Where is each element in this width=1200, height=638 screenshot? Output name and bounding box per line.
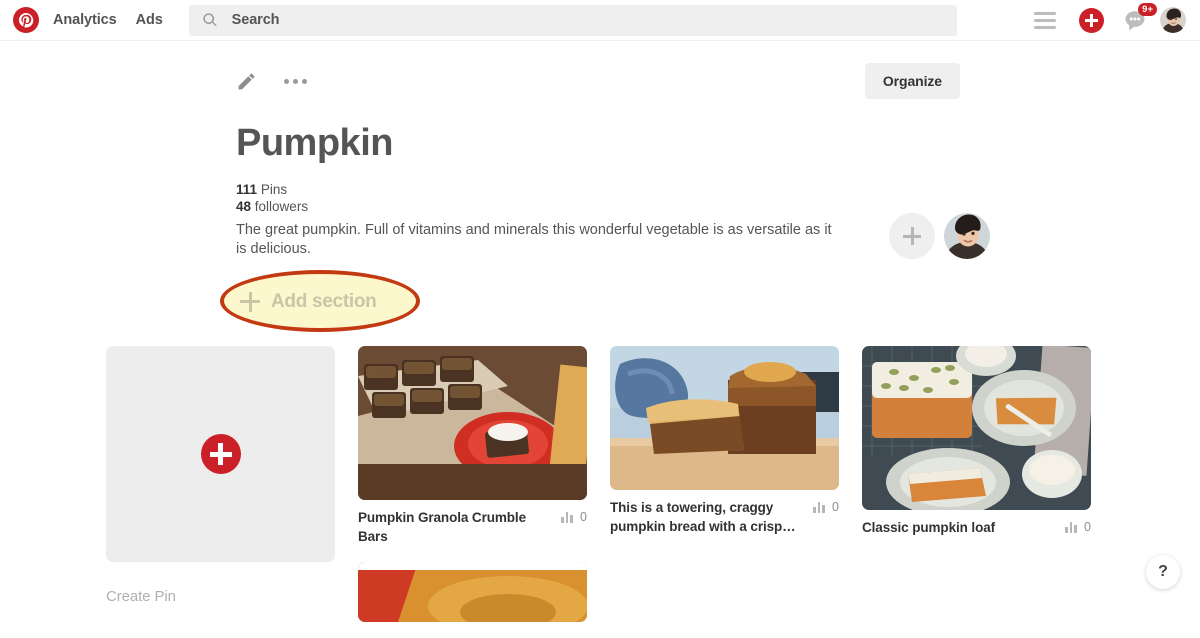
add-section-label: Add section [271, 291, 376, 313]
followers-count: 48 [236, 199, 251, 214]
pin-stats-count: 0 [580, 510, 587, 524]
messages-button[interactable]: 9+ [1114, 0, 1160, 41]
pin-grid-column: Create Pin [106, 346, 335, 638]
hamburger-menu-button[interactable] [1022, 0, 1068, 41]
pin-stats-count: 0 [1084, 520, 1091, 534]
pin-stats[interactable]: 0 [1065, 519, 1091, 534]
pin-image[interactable] [358, 346, 587, 500]
followers-label: followers [255, 199, 308, 214]
create-pin-card[interactable]: Create Pin [106, 346, 335, 605]
search-input[interactable]: Search [189, 5, 957, 36]
create-pin-button[interactable] [1068, 0, 1114, 41]
nav-link-analytics[interactable]: Analytics [53, 12, 117, 28]
pins-count: 111 [236, 182, 257, 197]
pin-image[interactable] [862, 346, 1091, 510]
create-pin-dropzone[interactable] [106, 346, 335, 562]
board-description: The great pumpkin. Full of vitamins and … [236, 221, 836, 260]
pins-label: Pins [261, 182, 287, 197]
pin-card[interactable]: This is a towering, craggy pumpkin bread… [610, 346, 839, 536]
pin-title[interactable]: Pumpkin Granola Crumble Bars [358, 509, 551, 546]
pin-footer: Classic pumpkin loaf 0 [862, 519, 1091, 538]
pin-grid-column: Classic pumpkin loaf 0 [862, 346, 1091, 638]
plus-circle-icon [1079, 8, 1104, 33]
pin-stats[interactable]: 0 [561, 509, 587, 524]
pinterest-logo-icon[interactable] [13, 7, 39, 33]
add-collaborator-icon[interactable] [889, 213, 935, 259]
search-placeholder-text: Search [232, 12, 280, 28]
pin-stats-count: 0 [832, 500, 839, 514]
pin-title[interactable]: This is a towering, craggy pumpkin bread… [610, 499, 803, 536]
board-more-options-button[interactable] [282, 73, 309, 90]
create-pin-label: Create Pin [106, 588, 335, 605]
board-header: Organize Pumpkin 111 Pins 48 followers T… [0, 41, 1200, 326]
add-section-area: Add section [236, 282, 456, 326]
board-stats: 111 Pins 48 followers [236, 181, 1200, 215]
header-actions: 9+ [1022, 0, 1186, 41]
nav-link-ads[interactable]: Ads [136, 12, 163, 28]
more-options-icon [282, 73, 309, 90]
pin-image[interactable] [358, 562, 587, 622]
pin-card-partial[interactable] [358, 562, 587, 622]
plus-icon [240, 292, 260, 312]
chat-bubble-icon: 9+ [1124, 8, 1150, 32]
bar-chart-icon [1065, 521, 1077, 533]
pin-image[interactable] [610, 346, 839, 490]
top-navigation-bar: Analytics Ads Search 9+ [0, 0, 1200, 41]
board-collaborators [889, 213, 990, 259]
edit-board-button[interactable] [236, 71, 257, 92]
search-icon [202, 12, 218, 28]
pin-card[interactable]: Classic pumpkin loaf 0 [862, 346, 1091, 538]
pin-footer: This is a towering, craggy pumpkin bread… [610, 499, 839, 536]
plus-circle-icon [201, 434, 241, 474]
pin-stats[interactable]: 0 [813, 499, 839, 514]
help-button[interactable]: ? [1146, 555, 1180, 589]
pin-grid-column: This is a towering, craggy pumpkin bread… [610, 346, 839, 638]
bar-chart-icon [813, 501, 825, 513]
add-section-button[interactable]: Add section [236, 282, 380, 322]
organize-button[interactable]: Organize [865, 63, 960, 99]
user-avatar[interactable] [1160, 7, 1186, 33]
pin-title[interactable]: Classic pumpkin loaf [862, 519, 995, 538]
pins-count-row: 111 Pins [236, 181, 1200, 198]
page-title: Pumpkin [236, 122, 1200, 165]
followers-count-row: 48 followers [236, 198, 1200, 215]
pin-card[interactable]: Pumpkin Granola Crumble Bars 0 [358, 346, 587, 546]
bar-chart-icon [561, 511, 573, 523]
board-tools [236, 63, 1200, 99]
pencil-icon [236, 71, 257, 92]
pin-footer: Pumpkin Granola Crumble Bars 0 [358, 509, 587, 546]
pin-grid-column: Pumpkin Granola Crumble Bars 0 [358, 346, 587, 638]
hamburger-menu-icon [1034, 12, 1056, 29]
board-owner-avatar[interactable] [944, 213, 990, 259]
pin-grid: Create Pin [106, 346, 1116, 638]
messages-badge: 9+ [1138, 3, 1157, 16]
